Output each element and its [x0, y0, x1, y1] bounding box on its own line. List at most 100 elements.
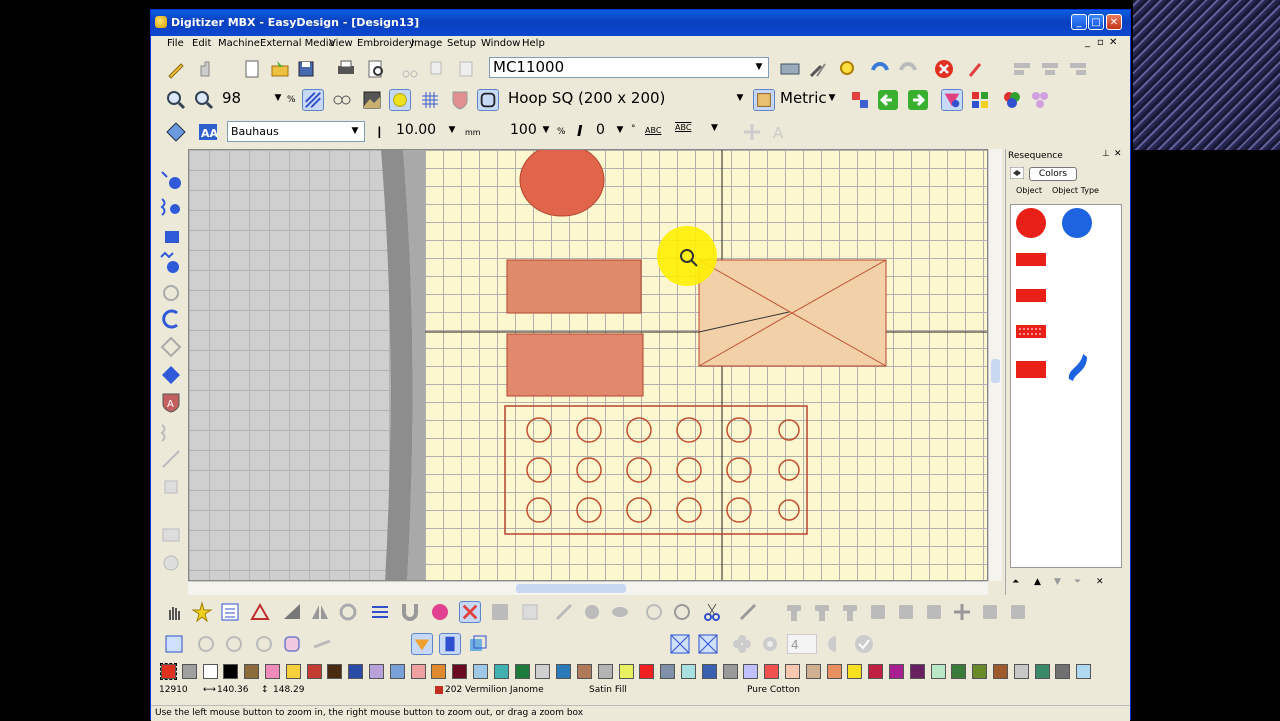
align-4-icon[interactable] — [867, 601, 889, 623]
minimize-button[interactable]: _ — [1071, 14, 1087, 30]
list-edit-icon[interactable] — [219, 601, 241, 623]
effect-3-icon[interactable] — [253, 633, 275, 655]
zoom-in-icon[interactable] — [165, 89, 187, 111]
menu-edit[interactable]: Edit — [192, 38, 211, 49]
mirror-icon[interactable] — [309, 601, 331, 623]
hand-pan-icon[interactable] — [163, 601, 185, 623]
scroll-thumb[interactable] — [991, 359, 1000, 383]
color-blocks-icon[interactable] — [969, 89, 991, 111]
colors-button[interactable]: Colors — [1029, 167, 1077, 181]
color-sort-icon[interactable] — [941, 89, 963, 111]
circle-outline-icon[interactable] — [159, 279, 183, 303]
zoom-combo[interactable]: 98 ▼ — [219, 89, 285, 110]
color-swatch[interactable] — [265, 664, 280, 679]
color-swatch[interactable] — [826, 664, 842, 679]
chevron-down-icon[interactable]: ▼ — [711, 123, 718, 133]
x-stitch-icon[interactable] — [459, 601, 481, 623]
thread-colors-icon[interactable] — [1001, 89, 1023, 111]
align-6-icon[interactable] — [923, 601, 945, 623]
color-swatch[interactable] — [514, 664, 530, 679]
pin-icon[interactable]: ⊥ — [1102, 149, 1110, 159]
color-swatch[interactable] — [556, 664, 572, 679]
pattern-fill-2-icon[interactable] — [697, 633, 719, 655]
print-icon[interactable] — [335, 58, 357, 80]
height-combo[interactable]: 10.00 ▼ — [393, 121, 459, 142]
color-swatch[interactable] — [1034, 664, 1050, 679]
width-combo[interactable]: 100 ▼ — [507, 121, 553, 142]
chevron-down-icon[interactable]: ▼ — [539, 122, 553, 139]
color-swatch[interactable] — [889, 664, 904, 679]
move-up-button[interactable]: ▲ — [1034, 577, 1041, 587]
collapse-icon[interactable] — [1010, 167, 1024, 179]
list-item[interactable] — [1011, 349, 1121, 385]
tool-13-icon[interactable] — [159, 523, 183, 547]
color-swatch[interactable] — [909, 664, 925, 679]
transform-icon[interactable] — [281, 601, 303, 623]
diamond-fill-icon[interactable] — [159, 363, 183, 387]
layers-icon[interactable] — [467, 633, 489, 655]
print-preview-icon[interactable] — [365, 58, 387, 80]
color-swatch[interactable] — [868, 664, 884, 679]
color-swatch[interactable] — [244, 664, 260, 679]
texture-icon[interactable] — [489, 601, 511, 623]
letter-effect-icon[interactable]: A — [769, 121, 791, 143]
align-9-icon[interactable] — [1007, 601, 1029, 623]
pencil-icon[interactable] — [165, 58, 187, 80]
effect-5-icon[interactable] — [311, 633, 333, 655]
3d-view-icon[interactable] — [331, 89, 353, 111]
abc-arc-button[interactable]: ABC — [675, 123, 691, 132]
color-swatch[interactable] — [972, 664, 988, 679]
tool-12-icon[interactable] — [159, 475, 183, 499]
arc-icon[interactable] — [159, 307, 183, 331]
sequin-icon[interactable] — [1029, 89, 1051, 111]
save-icon[interactable] — [295, 58, 317, 80]
redo-icon[interactable] — [897, 58, 919, 80]
chevron-down-icon[interactable]: ▼ — [752, 59, 766, 76]
align-2-icon[interactable] — [811, 601, 833, 623]
wand-icon[interactable] — [965, 58, 987, 80]
zoom-out-icon[interactable] — [193, 89, 215, 111]
color-swatch[interactable] — [493, 664, 509, 679]
tool-b15-icon[interactable] — [643, 601, 665, 623]
arrow-right-icon[interactable] — [907, 89, 929, 111]
effect-1-icon[interactable] — [195, 633, 217, 655]
applique-icon[interactable]: A — [159, 391, 183, 415]
canvas-horizontal-scrollbar[interactable] — [188, 581, 988, 595]
grid-icon[interactable] — [419, 89, 441, 111]
align-1-icon[interactable] — [783, 601, 805, 623]
color-swatch[interactable] — [951, 664, 967, 679]
color-swatch[interactable] — [473, 664, 488, 679]
color-swatch[interactable] — [993, 664, 1008, 679]
satin-line-icon[interactable] — [159, 195, 183, 219]
open-folder-icon[interactable] — [269, 58, 291, 80]
list-item[interactable] — [1011, 241, 1121, 277]
mdi-minimize-button[interactable]: _ — [1085, 37, 1090, 48]
chevron-down-icon[interactable]: ▼ — [733, 90, 747, 107]
align-right-icon[interactable] — [1067, 58, 1089, 80]
close-panel-icon[interactable]: ✕ — [1114, 149, 1122, 159]
chevron-down-icon[interactable]: ▼ — [271, 90, 285, 107]
mdi-close-button[interactable]: ✕ — [1109, 37, 1117, 48]
machine-combo[interactable]: MC11000 ▼ — [489, 57, 769, 78]
color-swatch[interactable] — [285, 664, 301, 679]
paste-icon[interactable] — [455, 58, 477, 80]
color-swatch[interactable] — [805, 664, 821, 679]
lettering-props-icon[interactable] — [165, 121, 187, 143]
diamond-outline-icon[interactable] — [159, 335, 183, 359]
remove-button[interactable]: ✕ — [1096, 577, 1104, 587]
color-swatch[interactable] — [1055, 664, 1071, 679]
menu-image[interactable]: Image — [411, 38, 442, 49]
half-circle-icon[interactable] — [825, 633, 847, 655]
copy-icon[interactable] — [427, 58, 449, 80]
color-swatch[interactable] — [181, 664, 197, 679]
run-stitch-icon[interactable] — [159, 167, 183, 191]
show-stitches-icon[interactable] — [302, 89, 324, 111]
motif-icon[interactable] — [159, 419, 183, 443]
hoop-shield-icon[interactable] — [449, 89, 471, 111]
move-bottom-button[interactable]: ⏷ — [1074, 577, 1081, 587]
mdi-restore-button[interactable]: ▫ — [1097, 37, 1104, 48]
new-document-icon[interactable] — [241, 58, 263, 80]
design-canvas[interactable] — [188, 149, 988, 581]
arrow-left-icon[interactable] — [877, 89, 899, 111]
send-to-machine-icon[interactable] — [779, 58, 801, 80]
